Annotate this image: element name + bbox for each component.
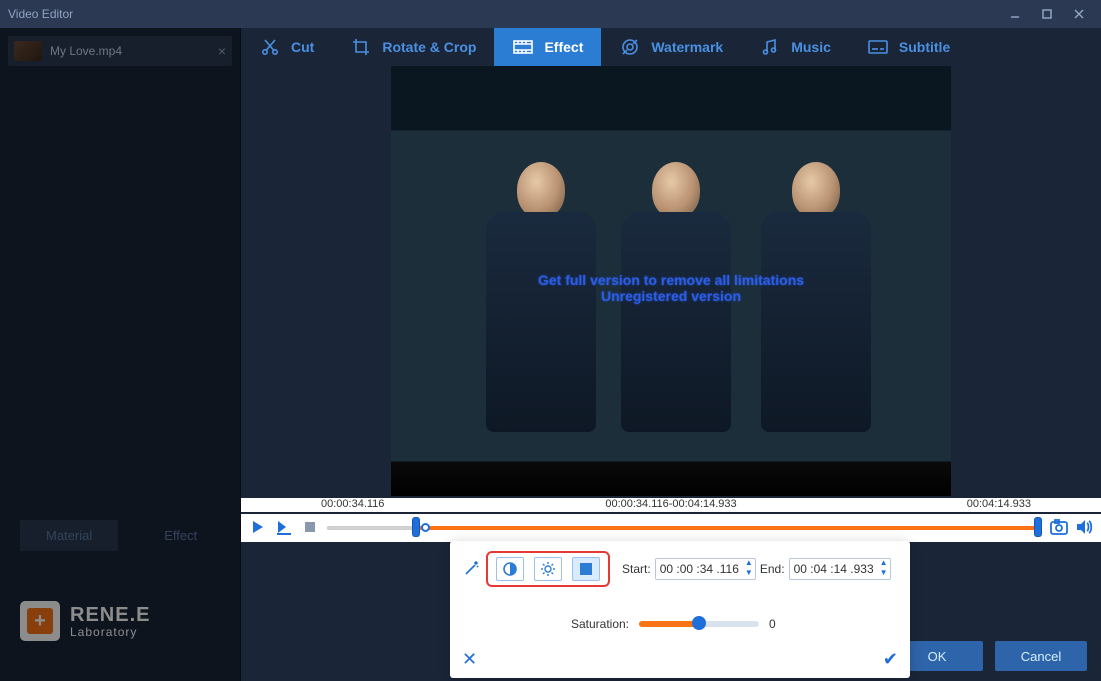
- crop-icon: [350, 36, 372, 58]
- sidebar-tab-material[interactable]: Material: [20, 520, 118, 551]
- maximize-button[interactable]: [1033, 4, 1061, 24]
- preview-watermark: Get full version to remove all limitatio…: [391, 272, 951, 304]
- sidebar: My Love.mp4 × Material Effect + RENE.E L…: [0, 28, 241, 681]
- tab-rotate-crop-label: Rotate & Crop: [382, 39, 476, 55]
- brand-logo: + RENE.E Laboratory: [20, 601, 150, 641]
- titlebar: Video Editor: [0, 0, 1101, 28]
- file-thumbnail: [14, 41, 42, 61]
- figure-1: [481, 162, 601, 462]
- tab-subtitle-label: Subtitle: [899, 39, 950, 55]
- play-range-button[interactable]: [275, 518, 293, 536]
- window-title: Video Editor: [8, 7, 73, 21]
- window-controls: [1001, 4, 1093, 24]
- timeline-track[interactable]: [327, 522, 1041, 532]
- sidebar-tab-effect[interactable]: Effect: [138, 520, 223, 551]
- end-time-value: 00 :04 :14 .933: [790, 562, 878, 576]
- music-icon: [759, 36, 781, 58]
- panel-apply-icon[interactable]: ✔: [883, 649, 898, 670]
- timeline-start-handle[interactable]: [413, 518, 419, 536]
- file-name: My Love.mp4: [50, 44, 122, 58]
- volume-button[interactable]: [1075, 518, 1093, 536]
- tab-music-label: Music: [791, 39, 831, 55]
- cancel-button-label: Cancel: [1021, 649, 1061, 664]
- main-toolbar: Cut Rotate & Crop Effect Watermark Music…: [241, 28, 1101, 66]
- end-time-spinner[interactable]: ▲▼: [878, 559, 890, 579]
- tab-watermark-label: Watermark: [651, 39, 723, 55]
- start-time-value: 00 :00 :34 .116: [656, 562, 743, 576]
- saturation-slider[interactable]: [639, 621, 759, 627]
- timeline-pos-label: 00:00:34.116: [321, 498, 384, 510]
- file-close-icon[interactable]: ×: [218, 43, 226, 59]
- tab-cut[interactable]: Cut: [241, 28, 332, 66]
- stop-button[interactable]: [301, 518, 319, 536]
- start-label: Start:: [622, 562, 651, 576]
- contrast-icon[interactable]: [496, 557, 524, 581]
- file-chip[interactable]: My Love.mp4 ×: [8, 36, 232, 66]
- panel-cancel-icon[interactable]: ✕: [462, 649, 477, 670]
- sidebar-tab-effect-label: Effect: [164, 528, 197, 543]
- effect-panel: Start: 00 :00 :34 .116 ▲▼ End: 00 :04 :1…: [450, 541, 910, 678]
- timeline-end-label: 00:04:14.933: [967, 498, 1031, 510]
- tab-music[interactable]: Music: [741, 28, 849, 66]
- magic-wand-icon[interactable]: [462, 560, 480, 578]
- end-time-field[interactable]: 00 :04 :14 .933 ▲▼: [789, 558, 891, 580]
- effect-mode-group: [486, 551, 610, 587]
- timeline-playhead[interactable]: [421, 523, 430, 532]
- snapshot-button[interactable]: [1049, 518, 1069, 536]
- watermark-line2: Unregistered version: [391, 288, 951, 304]
- sidebar-tab-material-label: Material: [46, 528, 92, 543]
- timeline-range-label: 00:00:34.116-00:04:14.933: [605, 498, 736, 510]
- tab-effect[interactable]: Effect: [494, 28, 601, 66]
- logo-sub: Laboratory: [70, 625, 150, 639]
- logo-brand: RENE.E: [70, 604, 150, 627]
- saturation-slider-knob[interactable]: [692, 616, 706, 630]
- close-button[interactable]: [1065, 4, 1093, 24]
- start-time-field[interactable]: 00 :00 :34 .116 ▲▼: [655, 558, 756, 580]
- tab-subtitle[interactable]: Subtitle: [849, 28, 968, 66]
- tab-cut-label: Cut: [291, 39, 314, 55]
- figure-2: [616, 162, 736, 462]
- watermark-icon: [619, 36, 641, 58]
- watermark-line1: Get full version to remove all limitatio…: [391, 272, 951, 288]
- tab-effect-label: Effect: [544, 39, 583, 55]
- saturation-icon[interactable]: [572, 557, 600, 581]
- saturation-value: 0: [769, 617, 789, 631]
- brightness-icon[interactable]: [534, 557, 562, 581]
- ok-button-label: OK: [928, 649, 947, 664]
- tab-watermark[interactable]: Watermark: [601, 28, 741, 66]
- timeline: [241, 514, 1101, 542]
- subtitle-icon: [867, 36, 889, 58]
- time-range-fields: Start: 00 :00 :34 .116 ▲▼ End: 00 :04 :1…: [622, 558, 891, 580]
- minimize-button[interactable]: [1001, 4, 1029, 24]
- timeline-end-handle[interactable]: [1035, 518, 1041, 536]
- sidebar-bottom-tabs: Material Effect: [20, 520, 223, 551]
- figure-3: [756, 162, 876, 462]
- scissors-icon: [259, 36, 281, 58]
- video-preview[interactable]: Get full version to remove all limitatio…: [391, 66, 951, 496]
- footer-buttons: OK Cancel: [891, 641, 1087, 671]
- tab-rotate-crop[interactable]: Rotate & Crop: [332, 28, 494, 66]
- cancel-button[interactable]: Cancel: [995, 641, 1087, 671]
- end-label: End:: [760, 562, 785, 576]
- logo-icon: +: [20, 601, 60, 641]
- saturation-label: Saturation:: [571, 617, 629, 631]
- filmstrip-icon: [512, 36, 534, 58]
- play-button[interactable]: [249, 518, 267, 536]
- start-time-spinner[interactable]: ▲▼: [743, 559, 755, 579]
